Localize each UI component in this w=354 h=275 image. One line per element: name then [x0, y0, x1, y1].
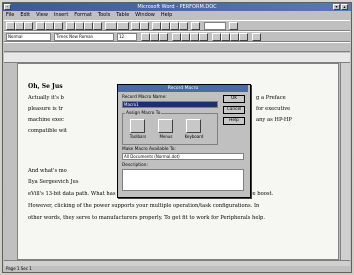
- insert-excel-icon[interactable]: [161, 22, 170, 30]
- show-hide-icon[interactable]: [191, 22, 200, 30]
- assign-macro-label: Assign Macro To: [125, 111, 162, 116]
- numbering-icon[interactable]: [212, 33, 221, 41]
- document-line: And what's mo: [28, 168, 67, 174]
- description-textarea[interactable]: [122, 169, 244, 191]
- undo-icon[interactable]: [105, 22, 117, 30]
- font-size-select[interactable]: 12: [117, 33, 137, 41]
- increase-indent-icon[interactable]: [239, 33, 248, 41]
- new-document-icon[interactable]: [6, 22, 15, 30]
- document-line: machine exec: [28, 117, 64, 123]
- style-select[interactable]: Normal: [6, 33, 51, 41]
- help-icon[interactable]: [229, 22, 238, 30]
- ruler[interactable]: [4, 53, 350, 63]
- minimize-button[interactable]: ▾: [333, 4, 340, 10]
- open-icon[interactable]: [15, 22, 24, 30]
- redo-icon[interactable]: [117, 22, 129, 30]
- keyboard-label: Keyboard: [184, 134, 204, 139]
- title-bar: - Microsoft Word - PERFORM.DOC ▾ ▴: [3, 3, 351, 11]
- maximize-button[interactable]: ▴: [341, 4, 348, 10]
- save-icon[interactable]: [24, 22, 33, 30]
- document-line: Ilya Sergeevich Jus: [28, 179, 79, 185]
- document-line-fragment: any as HP-HP: [256, 117, 292, 123]
- menu-tools[interactable]: Tools: [95, 11, 113, 19]
- paste-icon[interactable]: [84, 22, 93, 30]
- menu-insert[interactable]: Insert: [51, 11, 71, 19]
- copy-icon[interactable]: [75, 22, 84, 30]
- align-right-icon[interactable]: [190, 33, 199, 41]
- status-bar: Page 1 Sec 1: [3, 266, 351, 272]
- decrease-indent-icon[interactable]: [230, 33, 239, 41]
- toolbars-button[interactable]: [130, 119, 145, 133]
- formatting-toolbar: Normal Times New Roman 12: [4, 31, 350, 42]
- align-left-icon[interactable]: [172, 33, 181, 41]
- menu-table[interactable]: Table: [113, 11, 132, 19]
- keyboard-button[interactable]: [186, 119, 201, 133]
- menu-bar: File Edit View Insert Format Tools Table Window…: [3, 11, 351, 19]
- cancel-button[interactable]: Cancel: [223, 106, 245, 114]
- align-center-icon[interactable]: [181, 33, 190, 41]
- record-macro-dialog: Record Macro Record Macro Name: Macro1 O…: [117, 84, 251, 198]
- available-label: Make Macro Available To:: [122, 147, 176, 152]
- bullets-icon[interactable]: [221, 33, 230, 41]
- menu-edit[interactable]: Edit: [17, 11, 33, 19]
- document-line: pleasure is tr: [28, 106, 63, 112]
- preview-icon[interactable]: [45, 22, 54, 30]
- help-button[interactable]: Help: [223, 117, 245, 125]
- document-line: However, clicking of the power supports …: [28, 203, 260, 209]
- spelling-icon[interactable]: [54, 22, 63, 30]
- macro-name-input[interactable]: Macro1: [122, 101, 218, 108]
- menus-label: Menus: [159, 134, 173, 139]
- document-heading: Oh, Se Jus: [28, 83, 63, 90]
- document-line: Actually it's b: [28, 95, 64, 101]
- zoom-select[interactable]: [204, 22, 226, 30]
- menu-file[interactable]: File: [3, 11, 17, 19]
- screen: - Microsoft Word - PERFORM.DOC ▾ ▴ File E…: [0, 0, 354, 275]
- document-line-fragment: g a Preface: [256, 95, 286, 101]
- borders-icon[interactable]: [252, 33, 261, 41]
- underline-icon[interactable]: [159, 33, 168, 41]
- print-icon[interactable]: [36, 22, 45, 30]
- drawing-icon[interactable]: [179, 22, 188, 30]
- menu-view[interactable]: View: [33, 11, 51, 19]
- description-label: Description:: [122, 163, 148, 168]
- ok-button[interactable]: OK: [223, 95, 245, 103]
- cut-icon[interactable]: [66, 22, 75, 30]
- record-name-label: Record Macro Name:: [122, 95, 167, 100]
- menus-button[interactable]: [158, 119, 173, 133]
- document-line: compatible wit: [28, 128, 67, 134]
- columns-icon[interactable]: [170, 22, 179, 30]
- italic-icon[interactable]: [150, 33, 159, 41]
- menu-window[interactable]: Window: [132, 11, 158, 19]
- window-title: Microsoft Word - PERFORM.DOC: [137, 4, 217, 10]
- menu-help[interactable]: Help: [158, 11, 175, 19]
- document-line-fragment: for executive: [256, 106, 291, 112]
- insert-address-icon[interactable]: [140, 22, 149, 30]
- format-painter-icon[interactable]: [93, 22, 102, 30]
- toolbars-label: Toolbars: [129, 134, 147, 139]
- document-line: other words, they serve to manufacturers…: [28, 215, 266, 221]
- standard-toolbar: [4, 20, 350, 31]
- font-select[interactable]: Times New Roman: [54, 33, 114, 41]
- justify-icon[interactable]: [199, 33, 208, 41]
- autoformat-icon[interactable]: [131, 22, 140, 30]
- extra-toolbar: [4, 42, 350, 52]
- dialog-title: Record Macro: [118, 85, 248, 92]
- available-select[interactable]: All Documents (Normal.dot): [122, 153, 244, 160]
- vertical-scrollbar[interactable]: [340, 63, 350, 260]
- insert-table-icon[interactable]: [152, 22, 161, 30]
- menu-format[interactable]: Format: [71, 11, 95, 19]
- bold-icon[interactable]: [141, 33, 150, 41]
